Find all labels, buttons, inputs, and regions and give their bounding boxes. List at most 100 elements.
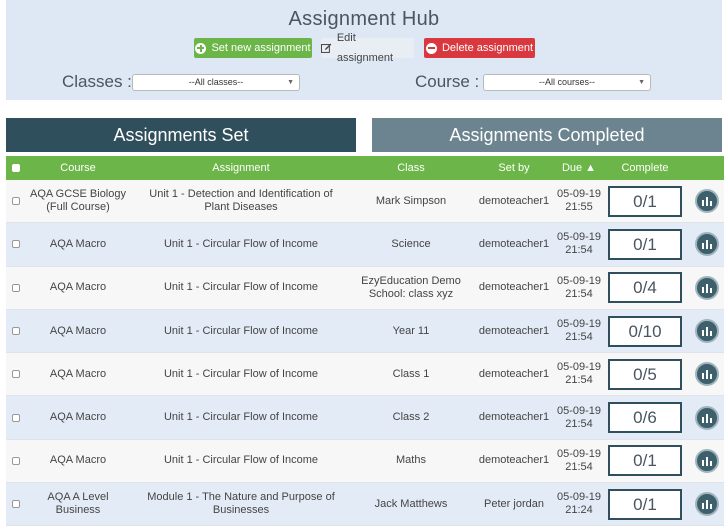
row-assignment: Unit 1 - Circular Flow of Income bbox=[163, 281, 319, 294]
row-report-cell bbox=[692, 267, 722, 309]
row-complete-count[interactable]: 0/6 bbox=[608, 402, 682, 434]
row-checkbox[interactable] bbox=[12, 197, 20, 206]
row-complete-count[interactable]: 0/1 bbox=[608, 488, 682, 520]
row-due-time: 21:55 bbox=[565, 201, 593, 214]
row-report-cell bbox=[692, 223, 722, 265]
row-checkbox[interactable] bbox=[12, 500, 20, 509]
row-due-time: 21:54 bbox=[565, 417, 593, 430]
set-new-assignment-button[interactable]: Set new assignment bbox=[194, 38, 312, 58]
bar-chart-glyph bbox=[702, 500, 712, 510]
row-due: 05-09-19 21:54 bbox=[553, 353, 605, 395]
row-course: AQA Macro bbox=[49, 237, 107, 250]
row-assignment: Module 1 - The Nature and Purpose of Bus… bbox=[147, 491, 335, 517]
chart-report-icon[interactable] bbox=[695, 189, 719, 214]
chart-report-icon[interactable] bbox=[695, 275, 719, 300]
row-assignment: Unit 1 - Circular Flow of Income bbox=[163, 367, 319, 380]
row-complete-count[interactable]: 0/4 bbox=[608, 272, 682, 304]
row-due: 05-09-19 21:54 bbox=[553, 396, 605, 438]
row-complete-count[interactable]: 0/1 bbox=[608, 228, 682, 260]
row-checkbox[interactable] bbox=[12, 370, 20, 379]
row-set-by: demoteacher1 bbox=[478, 281, 550, 294]
row-set-by: demoteacher1 bbox=[478, 237, 550, 250]
row-due-time: 21:54 bbox=[565, 244, 593, 257]
row-assignment: Unit 1 - Circular Flow of Income bbox=[163, 411, 319, 424]
edit-assignment-button[interactable]: Edit assignment bbox=[321, 32, 414, 64]
row-set-by: demoteacher1 bbox=[478, 411, 550, 424]
bar-chart-glyph bbox=[702, 327, 712, 337]
row-course: AQA Macro bbox=[49, 324, 107, 337]
row-complete-count[interactable]: 0/10 bbox=[608, 315, 682, 347]
course-label: Course : bbox=[415, 72, 480, 91]
row-complete-cell: 0/4 bbox=[607, 267, 683, 309]
row-course: AQA GCSE Biology (Full Course) bbox=[30, 188, 126, 214]
row-checkbox-cell bbox=[6, 396, 26, 438]
delete-assignment-button[interactable]: Delete assignment bbox=[424, 38, 535, 58]
table-row: AQA Macro Unit 1 - Circular Flow of Inco… bbox=[6, 266, 724, 310]
header-course: Course bbox=[60, 162, 96, 174]
minus-circle-icon bbox=[425, 42, 437, 54]
row-report-cell bbox=[692, 440, 722, 482]
chevron-down-icon: ▼ bbox=[287, 79, 294, 86]
row-set-by: Peter jordan bbox=[484, 497, 544, 510]
table-row: AQA Macro Unit 1 - Circular Flow of Inco… bbox=[6, 396, 724, 440]
row-course: AQA Macro bbox=[49, 281, 107, 294]
row-course: AQA Macro bbox=[49, 454, 107, 467]
row-assignment: Unit 1 - Circular Flow of Income bbox=[163, 454, 319, 467]
row-due-time: 21:54 bbox=[565, 287, 593, 300]
row-due: 05-09-19 21:54 bbox=[553, 223, 605, 265]
row-complete-cell: 0/1 bbox=[607, 483, 683, 525]
row-complete-count[interactable]: 0/5 bbox=[608, 358, 682, 390]
table-row: AQA Macro Unit 1 - Circular Flow of Inco… bbox=[6, 309, 724, 354]
row-course: AQA A Level Business bbox=[47, 491, 109, 517]
row-checkbox[interactable] bbox=[12, 413, 20, 422]
chart-report-icon[interactable] bbox=[695, 448, 719, 473]
row-due-date: 05-09-19 bbox=[556, 188, 602, 201]
row-due: 05-09-19 21:54 bbox=[553, 267, 605, 309]
table-row: AQA Macro Unit 1 - Circular Flow of Inco… bbox=[6, 439, 724, 484]
edit-icon bbox=[321, 43, 332, 53]
row-due-date: 05-09-19 bbox=[556, 318, 602, 331]
row-checkbox-cell bbox=[6, 353, 26, 395]
row-complete-cell: 0/5 bbox=[607, 353, 683, 395]
row-checkbox[interactable] bbox=[12, 327, 20, 336]
select-all-checkbox[interactable] bbox=[12, 164, 20, 172]
row-report-cell bbox=[692, 396, 722, 438]
row-checkbox[interactable] bbox=[12, 283, 20, 292]
set-new-assignment-label: Set new assignment bbox=[211, 42, 311, 54]
row-complete-count[interactable]: 0/1 bbox=[608, 185, 682, 217]
row-due-time: 21:54 bbox=[565, 374, 593, 387]
header-class: Class bbox=[397, 162, 425, 174]
row-checkbox-cell bbox=[6, 267, 26, 309]
course-select-value: --All courses-- bbox=[538, 77, 595, 87]
chart-report-icon[interactable] bbox=[695, 405, 719, 430]
header-due-sort[interactable]: Due ▲ bbox=[553, 156, 605, 180]
bar-chart-glyph bbox=[702, 197, 712, 207]
chart-report-icon[interactable] bbox=[695, 232, 719, 257]
row-complete-count[interactable]: 0/1 bbox=[608, 445, 682, 477]
tab-assignments-set[interactable]: Assignments Set bbox=[6, 118, 356, 152]
row-report-cell bbox=[692, 483, 722, 525]
row-report-cell bbox=[692, 180, 722, 222]
header-set-by: Set by bbox=[498, 162, 530, 174]
row-class: Class 2 bbox=[392, 411, 430, 424]
chart-report-icon[interactable] bbox=[695, 362, 719, 387]
row-checkbox-cell bbox=[6, 440, 26, 482]
row-course: AQA Macro bbox=[49, 411, 107, 424]
row-checkbox[interactable] bbox=[12, 456, 20, 465]
chart-report-icon[interactable] bbox=[695, 319, 719, 344]
classes-select[interactable]: --All classes-- ▼ bbox=[132, 74, 300, 91]
table-row: AQA Macro Unit 1 - Circular Flow of Inco… bbox=[6, 223, 724, 267]
table-row: AQA A Level Business Module 1 - The Natu… bbox=[6, 483, 724, 526]
row-set-by: demoteacher1 bbox=[478, 194, 550, 207]
tab-assignments-completed[interactable]: Assignments Completed bbox=[372, 118, 722, 152]
course-select[interactable]: --All courses-- ▼ bbox=[483, 74, 651, 91]
row-checkbox-cell bbox=[6, 310, 26, 352]
row-report-cell bbox=[692, 310, 722, 352]
row-due-date: 05-09-19 bbox=[556, 491, 602, 504]
bar-chart-glyph bbox=[702, 283, 712, 293]
bar-chart-glyph bbox=[702, 240, 712, 250]
row-class: Class 1 bbox=[392, 367, 430, 380]
row-checkbox[interactable] bbox=[12, 240, 20, 249]
chart-report-icon[interactable] bbox=[695, 492, 719, 517]
header-complete: Complete bbox=[621, 162, 669, 174]
